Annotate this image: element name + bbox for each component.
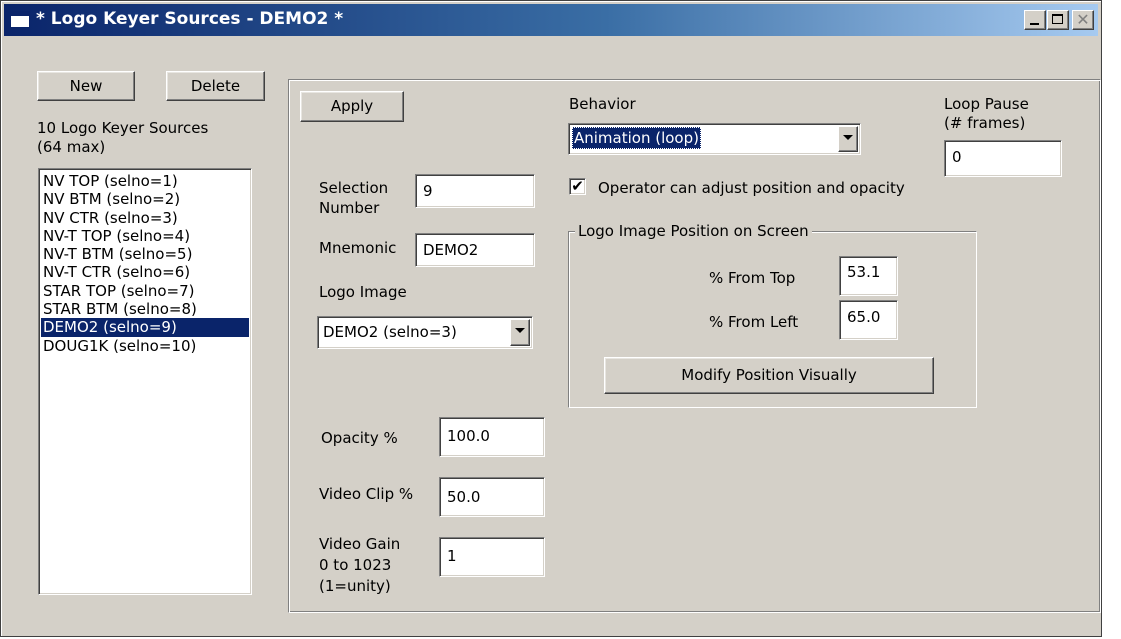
check-icon: ✔	[571, 177, 584, 195]
position-group-title: Logo Image Position on Screen	[575, 221, 812, 241]
video-gain-unity-label: (1=unity)	[319, 577, 391, 595]
maximize-icon	[1052, 14, 1063, 24]
new-button[interactable]: New	[37, 71, 135, 101]
video-gain-field[interactable]: 1	[439, 537, 545, 577]
selection-number-label: Selection	[319, 179, 389, 197]
opacity-label: Opacity %	[321, 429, 398, 447]
video-gain-label: Video Gain	[319, 535, 401, 553]
list-item[interactable]: NV-T BTM (selno=5)	[41, 245, 249, 263]
mnemonic-label: Mnemonic	[319, 239, 397, 257]
from-top-label: % From Top	[709, 269, 796, 287]
behavior-label: Behavior	[569, 95, 636, 113]
operator-adjust-checkbox[interactable]: ✔	[569, 178, 586, 195]
logo-image-dropdown-button[interactable]	[510, 319, 530, 346]
selection-number-label-line2: Number	[319, 199, 380, 217]
minimize-button[interactable]	[1024, 10, 1046, 30]
selection-number-field[interactable]: 9	[415, 174, 535, 208]
list-item[interactable]: NV TOP (selno=1)	[41, 172, 249, 190]
chevron-down-icon	[515, 328, 525, 333]
opacity-field[interactable]: 100.0	[439, 417, 545, 457]
list-item[interactable]: NV CTR (selno=3)	[41, 209, 249, 227]
mnemonic-field[interactable]: DEMO2	[415, 233, 535, 267]
apply-button[interactable]: Apply	[300, 91, 404, 122]
video-clip-field[interactable]: 50.0	[439, 477, 545, 517]
logo-image-label: Logo Image	[319, 283, 407, 301]
source-count-label: 10 Logo Keyer Sources	[37, 119, 209, 137]
loop-pause-units-label: (# frames)	[944, 114, 1026, 132]
behavior-dropdown-button[interactable]	[838, 126, 858, 152]
delete-button[interactable]: Delete	[166, 71, 265, 101]
close-icon: ✕	[1076, 10, 1090, 29]
operator-adjust-label[interactable]: Operator can adjust position and opacity	[598, 179, 905, 197]
logo-image-value: DEMO2 (selno=3)	[323, 323, 457, 341]
minimize-icon	[1030, 23, 1039, 25]
list-item[interactable]: NV BTM (selno=2)	[41, 190, 249, 208]
behavior-select[interactable]: Animation (loop)	[568, 123, 861, 155]
list-item[interactable]: NV-T CTR (selno=6)	[41, 263, 249, 281]
modify-position-button[interactable]: Modify Position Visually	[604, 357, 934, 394]
list-item[interactable]: DOUG1K (selno=10)	[41, 337, 249, 355]
video-clip-label: Video Clip %	[319, 485, 414, 503]
loop-pause-field[interactable]: 0	[944, 140, 1062, 177]
chevron-down-icon	[843, 135, 853, 140]
logo-keyer-window: * Logo Keyer Sources - DEMO2 * ✕ New Del…	[0, 0, 1102, 637]
window-title: * Logo Keyer Sources - DEMO2 *	[36, 9, 344, 29]
maximize-button[interactable]	[1047, 10, 1069, 30]
sources-listbox[interactable]: NV TOP (selno=1) NV BTM (selno=2) NV CTR (…	[38, 168, 252, 595]
loop-pause-label: Loop Pause	[944, 95, 1029, 113]
list-item[interactable]: NV-T TOP (selno=4)	[41, 227, 249, 245]
title-bar[interactable]: * Logo Keyer Sources - DEMO2 * ✕	[4, 4, 1098, 36]
logo-image-select[interactable]: DEMO2 (selno=3)	[317, 316, 533, 349]
from-left-field[interactable]: 65.0	[839, 300, 898, 340]
list-item[interactable]: DEMO2 (selno=9)	[41, 318, 249, 337]
behavior-value: Animation (loop)	[572, 127, 701, 149]
source-max-label: (64 max)	[37, 138, 106, 156]
from-left-label: % From Left	[709, 313, 799, 331]
window-icon	[10, 11, 30, 28]
close-button[interactable]: ✕	[1072, 10, 1094, 30]
list-item[interactable]: STAR BTM (selno=8)	[41, 300, 249, 318]
from-top-field[interactable]: 53.1	[839, 256, 898, 296]
list-item[interactable]: STAR TOP (selno=7)	[41, 282, 249, 300]
video-gain-range-label: 0 to 1023	[319, 556, 392, 574]
